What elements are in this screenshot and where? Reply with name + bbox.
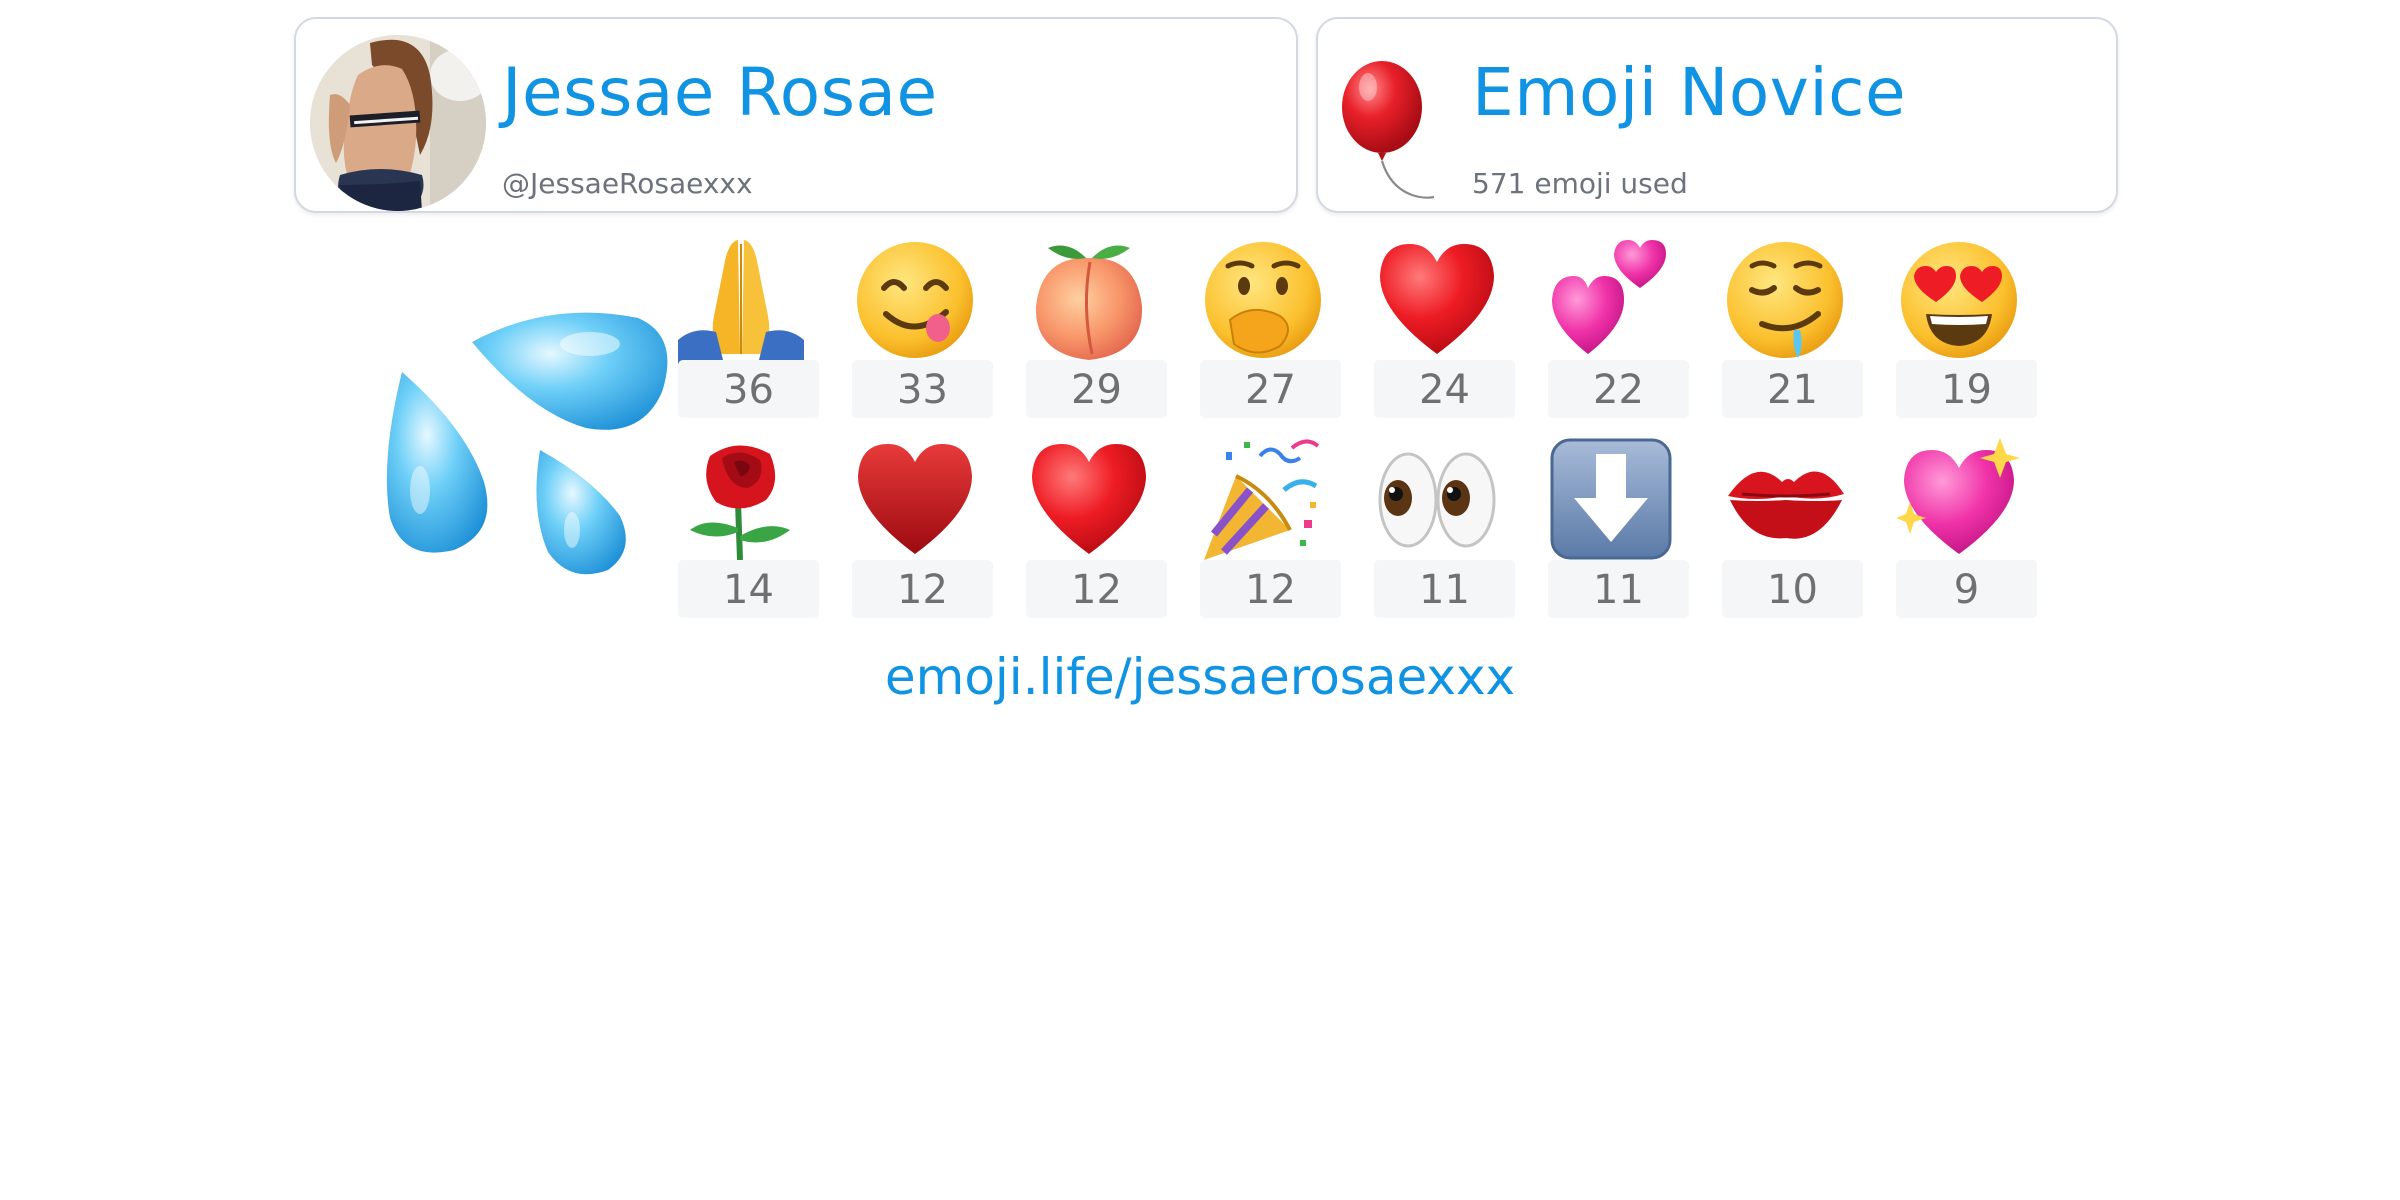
folded-hands-icon bbox=[678, 240, 804, 364]
emoji-stat-item[interactable]: 12 bbox=[1200, 436, 1344, 622]
emoji-stat-item[interactable]: 27 bbox=[1200, 236, 1344, 422]
emoji-stat-item[interactable]: 19 bbox=[1896, 236, 2040, 422]
emoji-count: 29 bbox=[1026, 360, 1167, 418]
drooling-face-icon bbox=[1727, 242, 1843, 358]
profile-name: Jessae Rosae bbox=[502, 54, 938, 131]
emoji-count: 36 bbox=[678, 360, 819, 418]
hand-over-mouth-face-icon bbox=[1205, 242, 1321, 358]
emoji-stat-item[interactable]: 12 bbox=[1026, 436, 1170, 622]
emoji-stat-item[interactable]: 24 bbox=[1374, 236, 1518, 422]
emoji-stat-item[interactable]: 11 bbox=[1548, 436, 1692, 622]
down-arrow-icon bbox=[1550, 438, 1672, 560]
emoji-count: 10 bbox=[1722, 560, 1863, 618]
emoji-stat-item[interactable]: 36 bbox=[678, 236, 822, 422]
emoji-count: 12 bbox=[852, 560, 993, 618]
emoji-stat-item[interactable]: 22 bbox=[1548, 236, 1692, 422]
balloon-icon bbox=[1342, 61, 1435, 199]
profile-card[interactable]: Jessae Rosae @JessaeRosaexxx bbox=[294, 17, 1298, 213]
rank-title: Emoji Novice bbox=[1472, 54, 1907, 131]
emoji-count: 27 bbox=[1200, 360, 1341, 418]
red-heart-icon bbox=[1380, 244, 1494, 354]
emoji-count: 14 bbox=[678, 560, 819, 618]
emoji-count: 33 bbox=[852, 360, 993, 418]
rank-card: Emoji Novice 571 emoji used bbox=[1316, 17, 2118, 213]
emoji-count: 19 bbox=[1896, 360, 2037, 418]
emoji-count: 11 bbox=[1374, 560, 1515, 618]
red-heart-icon bbox=[1032, 444, 1146, 554]
emoji-stat-item[interactable]: 14 bbox=[678, 436, 822, 622]
emoji-count-summary: 571 emoji used bbox=[1472, 167, 1688, 200]
emoji-count: 11 bbox=[1548, 560, 1689, 618]
emoji-count: 12 bbox=[1026, 560, 1167, 618]
avatar[interactable] bbox=[310, 35, 486, 211]
emoji-grid: 36 33 29 27 24 22 21 19 14 12 12 12 11 1… bbox=[678, 236, 2038, 626]
rose-icon bbox=[690, 445, 790, 561]
emoji-stat-item[interactable]: 12 bbox=[852, 436, 996, 622]
kiss-mark-icon bbox=[1728, 471, 1844, 539]
sweat-droplets-icon bbox=[386, 312, 668, 575]
emoji-stats-page: Jessae Rosae @JessaeRosaexxx Emoji Novic… bbox=[0, 0, 2400, 1200]
two-hearts-icon bbox=[1552, 240, 1666, 354]
heart-suit-icon bbox=[858, 444, 972, 554]
profile-link[interactable]: emoji.life/jessaerosaexxx bbox=[600, 648, 1800, 706]
yum-face-icon bbox=[857, 242, 973, 358]
emoji-count: 24 bbox=[1374, 360, 1515, 418]
emoji-stat-item[interactable]: 33 bbox=[852, 236, 996, 422]
party-popper-icon bbox=[1204, 439, 1320, 560]
emoji-stat-item[interactable]: 11 bbox=[1374, 436, 1518, 622]
emoji-stat-item[interactable]: 9 bbox=[1896, 436, 2040, 622]
peach-icon bbox=[1035, 245, 1143, 360]
profile-handle: @JessaeRosaexxx bbox=[502, 167, 753, 200]
emoji-stat-item[interactable]: 10 bbox=[1722, 436, 1866, 622]
emoji-stat-item[interactable]: 21 bbox=[1722, 236, 1866, 422]
eyes-icon bbox=[1378, 452, 1496, 548]
heart-eyes-face-icon bbox=[1901, 242, 2017, 358]
sparkling-heart-icon bbox=[1896, 438, 2020, 554]
emoji-stat-item[interactable]: 29 bbox=[1026, 236, 1170, 422]
emoji-count: 22 bbox=[1548, 360, 1689, 418]
emoji-count: 12 bbox=[1200, 560, 1341, 618]
emoji-count: 21 bbox=[1722, 360, 1863, 418]
emoji-count: 9 bbox=[1896, 560, 2037, 618]
